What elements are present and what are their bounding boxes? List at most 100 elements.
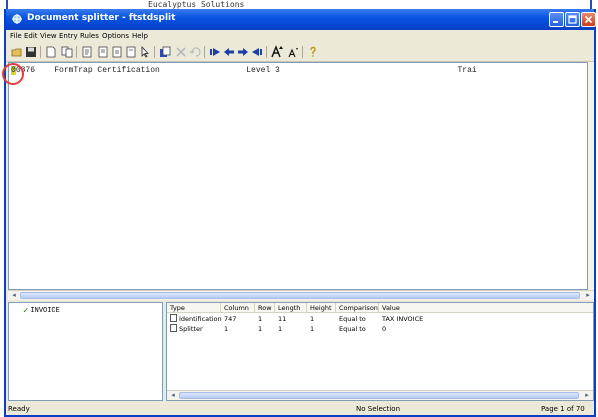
tree-item-invoice[interactable]: ✓ INVOICE: [23, 306, 60, 316]
row-cell-comparison: Equal to: [339, 315, 366, 323]
checkmark-icon: ✓: [23, 306, 29, 316]
previous-page-button[interactable]: [222, 45, 236, 59]
open-folder-icon: [11, 48, 22, 57]
menu-bar: File Edit View Entry Rules Options Help: [6, 30, 594, 43]
font-larger-button[interactable]: [270, 45, 284, 59]
toolbar-separator: [204, 46, 205, 58]
new-document-icon: [46, 46, 56, 58]
status-bar: Ready No Selection Page 1 of 70: [6, 403, 594, 415]
column-header-height[interactable]: Height: [307, 303, 336, 313]
document-view[interactable]: 00876 FormTrap Certification Level 3 Tra…: [8, 62, 588, 290]
scroll-right-arrow-icon[interactable]: ▸: [583, 291, 593, 300]
close-button[interactable]: [581, 12, 596, 27]
scroll-left-arrow-icon[interactable]: ◂: [168, 391, 178, 400]
status-page: Page 1 of 70: [541, 405, 585, 413]
font-smaller-button[interactable]: [286, 45, 300, 59]
row-cell-value: TAX INVOICE: [382, 315, 424, 323]
menu-rules[interactable]: Rules: [80, 32, 99, 40]
close-icon: [584, 15, 593, 24]
scrollbar-thumb[interactable]: [179, 392, 579, 399]
save-button[interactable]: [24, 45, 38, 59]
rule-document-icon: [170, 314, 177, 322]
undo-button[interactable]: [188, 45, 202, 59]
row-cell-type: Identification: [170, 314, 222, 324]
first-page-icon: [210, 48, 220, 56]
pointer-button[interactable]: [138, 45, 152, 59]
copy-page-icon: [160, 46, 171, 57]
row-cell-type: Splitter: [170, 324, 203, 334]
toolbar-separator: [266, 46, 267, 58]
column-header-type[interactable]: Type: [167, 303, 221, 313]
scrollbar-thumb[interactable]: [20, 292, 580, 299]
row-cell-height: 1: [310, 325, 315, 333]
pointer-icon: [141, 46, 149, 58]
toolbar-separator: [154, 46, 155, 58]
open-button[interactable]: [10, 45, 24, 59]
copy-icon: [61, 46, 73, 58]
menu-options[interactable]: Options: [102, 32, 129, 40]
menu-edit[interactable]: Edit: [24, 32, 38, 40]
annotation-circle: [2, 63, 24, 85]
menu-view[interactable]: View: [40, 32, 57, 40]
copy-page-button[interactable]: [158, 45, 172, 59]
page-d-button[interactable]: [124, 45, 138, 59]
row-cell-comparison: Equal to: [339, 325, 366, 333]
app-window: Document splitter - ftstdsplit File Edit…: [4, 9, 596, 417]
page-c-button[interactable]: [110, 45, 124, 59]
maximize-icon: [568, 15, 577, 24]
column-header-length[interactable]: Length: [275, 303, 307, 313]
help-icon: [310, 46, 316, 57]
row-cell-column: 1: [224, 325, 229, 333]
rules-table-horizontal-scrollbar[interactable]: ◂ ▸: [167, 390, 593, 400]
column-header-comparison[interactable]: Comparison: [336, 303, 379, 313]
row-cell-length: 1: [278, 325, 283, 333]
toolbar-separator: [76, 46, 77, 58]
previous-page-icon: [224, 48, 234, 56]
scroll-right-arrow-icon[interactable]: ▸: [582, 391, 592, 400]
document-line: 00876 FormTrap Certification Level 3 Tra…: [11, 66, 477, 75]
maximize-button[interactable]: [565, 12, 580, 27]
save-icon: [26, 47, 36, 57]
menu-file[interactable]: File: [10, 32, 22, 40]
toolbar-separator: [302, 46, 303, 58]
status-selection: No Selection: [356, 405, 401, 413]
help-button[interactable]: [306, 45, 320, 59]
new-document-button[interactable]: [44, 45, 58, 59]
delete-button[interactable]: [174, 45, 188, 59]
delete-icon: [176, 47, 186, 57]
rules-tree-pane: ✓ INVOICE: [8, 302, 163, 401]
title-bar[interactable]: Document splitter - ftstdsplit: [6, 9, 596, 30]
page-c-icon: [112, 46, 122, 58]
last-page-icon: [252, 48, 262, 56]
page-a-button[interactable]: [80, 45, 94, 59]
tree-item-label: INVOICE: [30, 307, 60, 315]
row-cell-row: 1: [258, 315, 263, 323]
scroll-left-arrow-icon[interactable]: ◂: [9, 291, 19, 300]
toolbar: [6, 43, 594, 62]
menu-help[interactable]: Help: [132, 32, 148, 40]
font-smaller-icon: [288, 48, 298, 58]
row-cell-row: 1: [258, 325, 263, 333]
page-b-button[interactable]: [96, 45, 110, 59]
column-header-column[interactable]: Column: [221, 303, 255, 313]
rule-document-icon: [170, 324, 177, 332]
page-a-icon: [82, 46, 92, 58]
first-page-button[interactable]: [208, 45, 222, 59]
status-ready: Ready: [8, 405, 30, 413]
minimize-button[interactable]: [549, 12, 564, 27]
undo-icon: [189, 47, 201, 57]
app-icon: [12, 14, 22, 24]
row-cell-length: 11: [278, 315, 287, 323]
menu-entry[interactable]: Entry: [59, 32, 78, 40]
next-page-button[interactable]: [236, 45, 250, 59]
document-horizontal-scrollbar[interactable]: ◂ ▸: [8, 290, 594, 300]
copy-button[interactable]: [60, 45, 74, 59]
page-d-icon: [126, 46, 136, 58]
column-header-row[interactable]: Row: [255, 303, 275, 313]
next-page-icon: [238, 48, 248, 56]
rules-table: Type Column Row Length Height Comparison…: [166, 302, 594, 401]
column-header-value[interactable]: Value: [379, 303, 593, 313]
document-vertical-scrollbar[interactable]: [588, 62, 594, 290]
window-title: Document splitter - ftstdsplit: [27, 13, 176, 23]
last-page-button[interactable]: [250, 45, 264, 59]
